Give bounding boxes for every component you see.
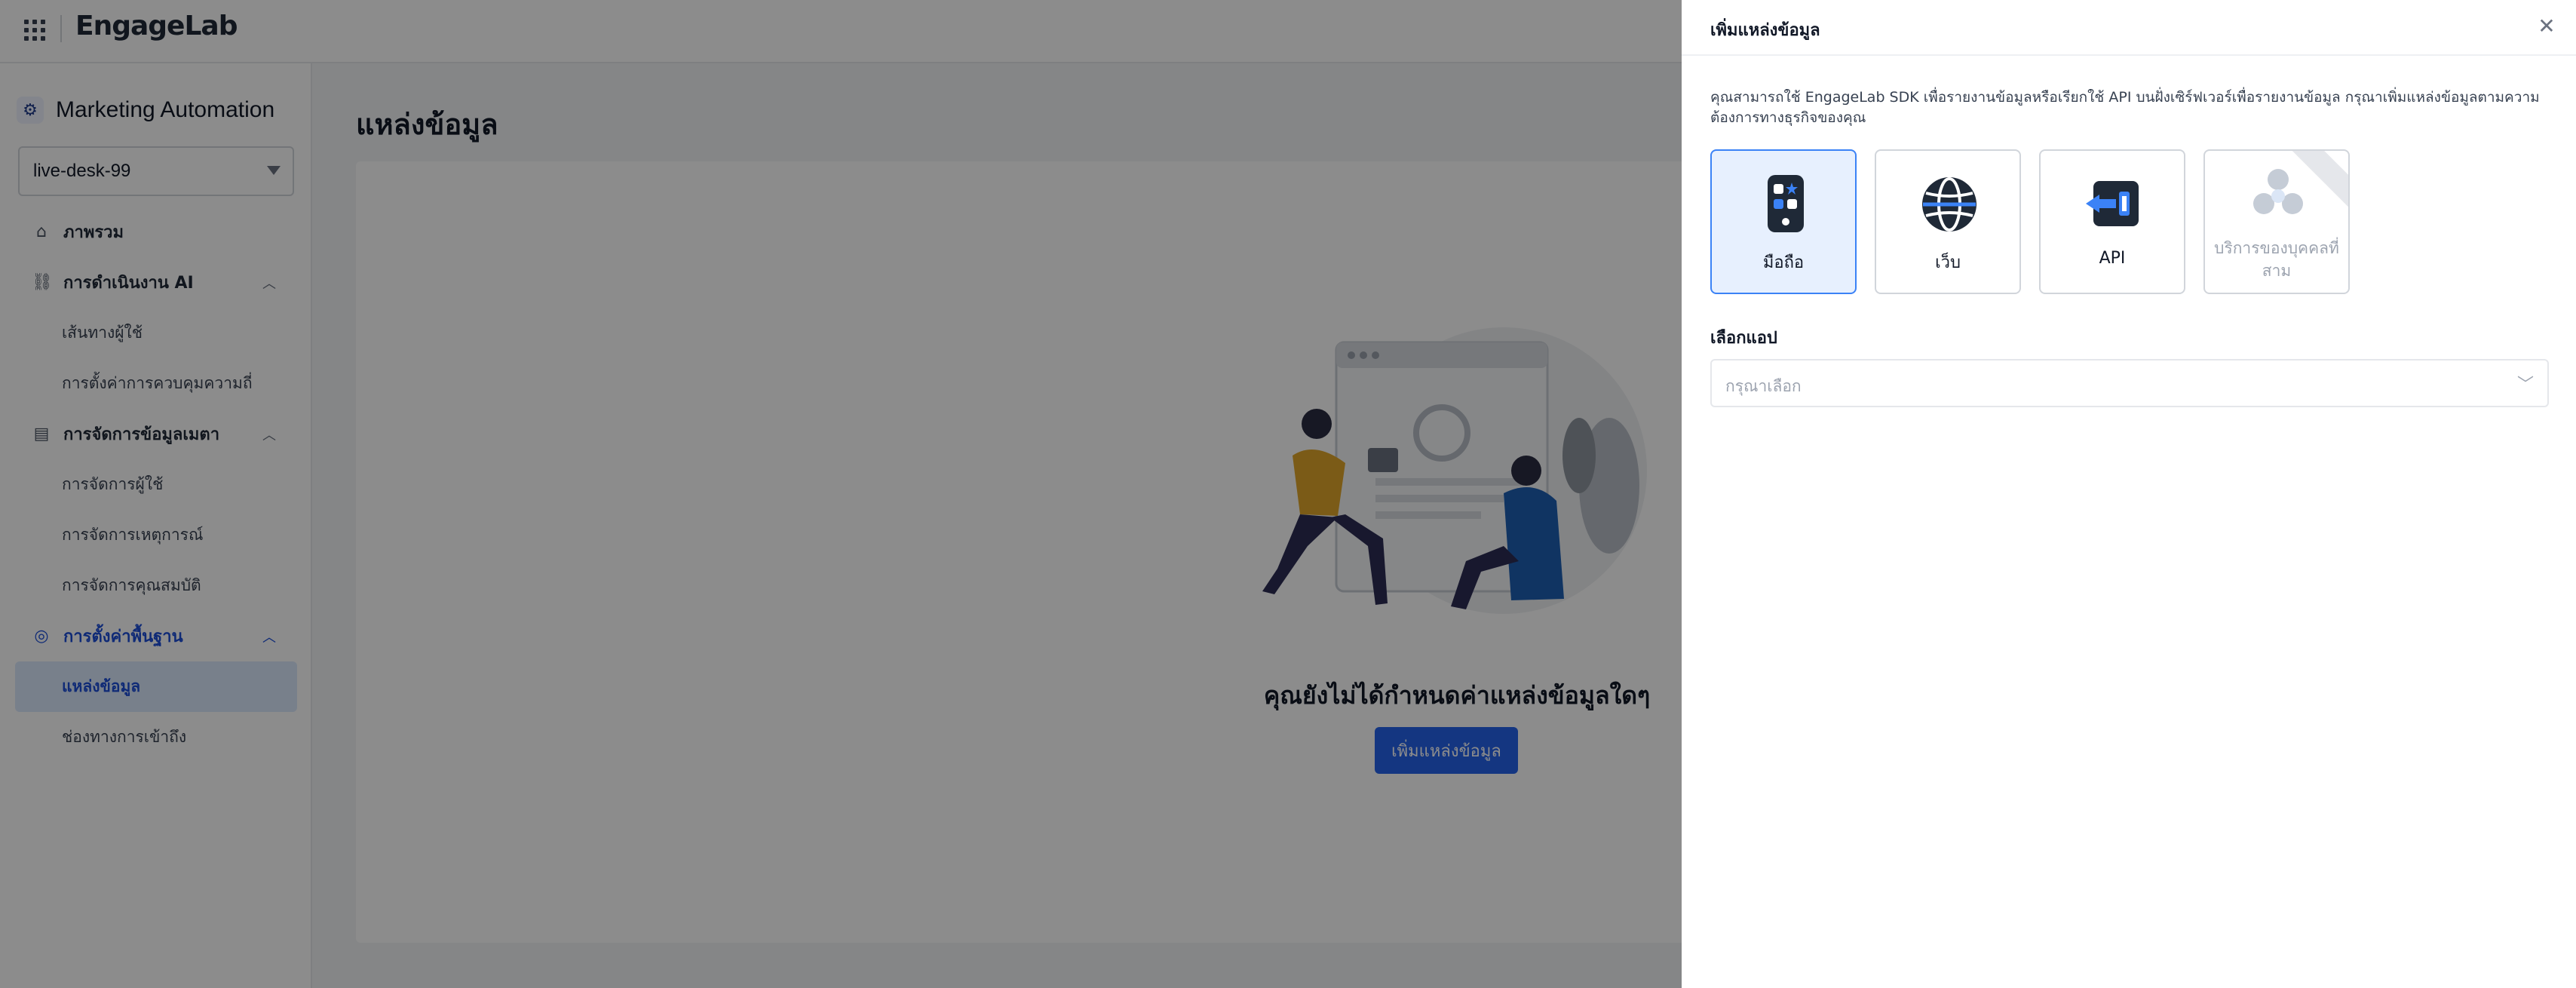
overlay-mask[interactable] xyxy=(0,0,1682,988)
source-type-label: เว็บ xyxy=(1935,253,1961,272)
drawer-title: เพิ่มแหล่งข้อมูล xyxy=(1710,21,1820,40)
select-app-dropdown[interactable]: กรุณาเลือก ﹀ xyxy=(1710,359,2549,407)
third-party-icon xyxy=(2253,169,2303,214)
web-icon xyxy=(1922,177,1976,232)
chevron-down-icon: ﹀ xyxy=(2516,376,2534,394)
mobile-icon xyxy=(1768,175,1804,232)
drawer-header: เพิ่มแหล่งข้อมูล ✕ xyxy=(1682,0,2576,56)
source-type-web[interactable]: เว็บ xyxy=(1875,149,2021,294)
api-icon xyxy=(2086,181,2139,226)
source-type-mobile[interactable]: มือถือ xyxy=(1710,149,1857,294)
source-type-label: API xyxy=(2099,249,2126,268)
source-type-label: บริการของบุคคลที่สาม xyxy=(2214,239,2339,280)
source-type-label: มือถือ xyxy=(1762,253,1805,272)
drawer-description: คุณสามารถใช้ EngageLab SDK เพื่อรายงานข้… xyxy=(1710,89,2540,126)
select-app-label: เลือกแอป xyxy=(1710,329,1777,348)
close-icon[interactable]: ✕ xyxy=(2534,14,2559,39)
select-app-placeholder: กรุณาเลือก xyxy=(1725,377,1802,395)
source-type-third-party: บริการของบุคคลที่สาม xyxy=(2203,149,2350,294)
add-data-source-drawer: เพิ่มแหล่งข้อมูล ✕ คุณสามารถใช้ EngageLa… xyxy=(1682,0,2576,988)
source-type-api[interactable]: API xyxy=(2039,149,2185,294)
